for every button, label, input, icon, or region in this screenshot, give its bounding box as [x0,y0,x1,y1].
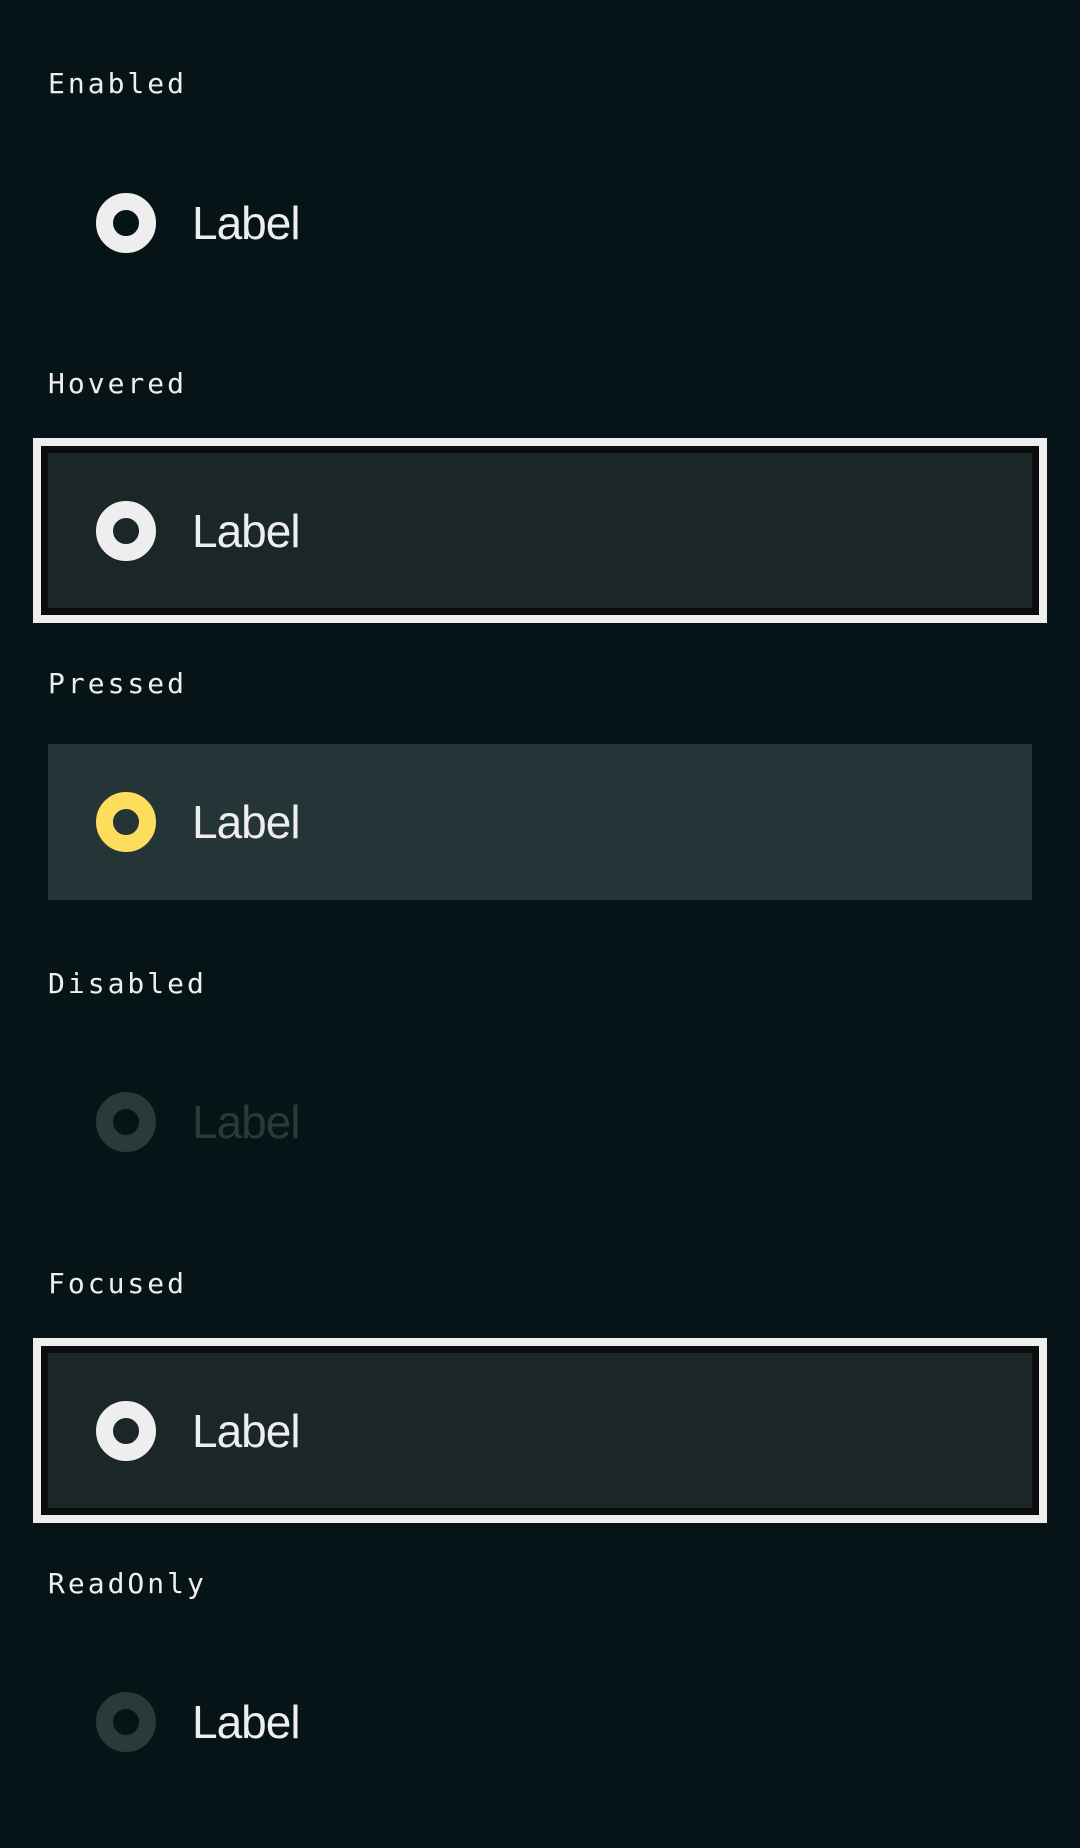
state-title-focused: Focused [48,1267,188,1300]
radio-label: Label [192,1404,301,1457]
radio-option-readonly: Label [48,1645,1032,1799]
state-title-disabled: Disabled [48,967,207,1000]
radio-selected-icon [96,1692,156,1752]
state-title-enabled: Enabled [48,67,188,100]
radio-option-disabled: Label [48,1045,1032,1199]
radio-label: Label [192,504,301,557]
radio-selected-icon[interactable] [96,792,156,852]
radio-selected-icon[interactable] [96,500,156,561]
radio-option-hovered[interactable]: Label [41,446,1039,615]
radio-label: Label [192,1096,301,1148]
radio-selected-icon[interactable] [96,193,156,253]
radio-option-enabled[interactable]: Label [48,146,1032,300]
radio-selected-icon [96,1092,156,1152]
radio-label: Label [192,1696,301,1748]
state-title-pressed: Pressed [48,667,188,700]
radio-option-focused[interactable]: Label [41,1346,1039,1515]
radio-selected-icon[interactable] [96,1400,156,1461]
state-title-readonly: ReadOnly [48,1567,207,1600]
state-title-hovered: Hovered [48,367,188,400]
radio-label: Label [192,197,301,249]
radio-label: Label [192,796,301,848]
radio-option-pressed[interactable]: Label [48,744,1032,900]
